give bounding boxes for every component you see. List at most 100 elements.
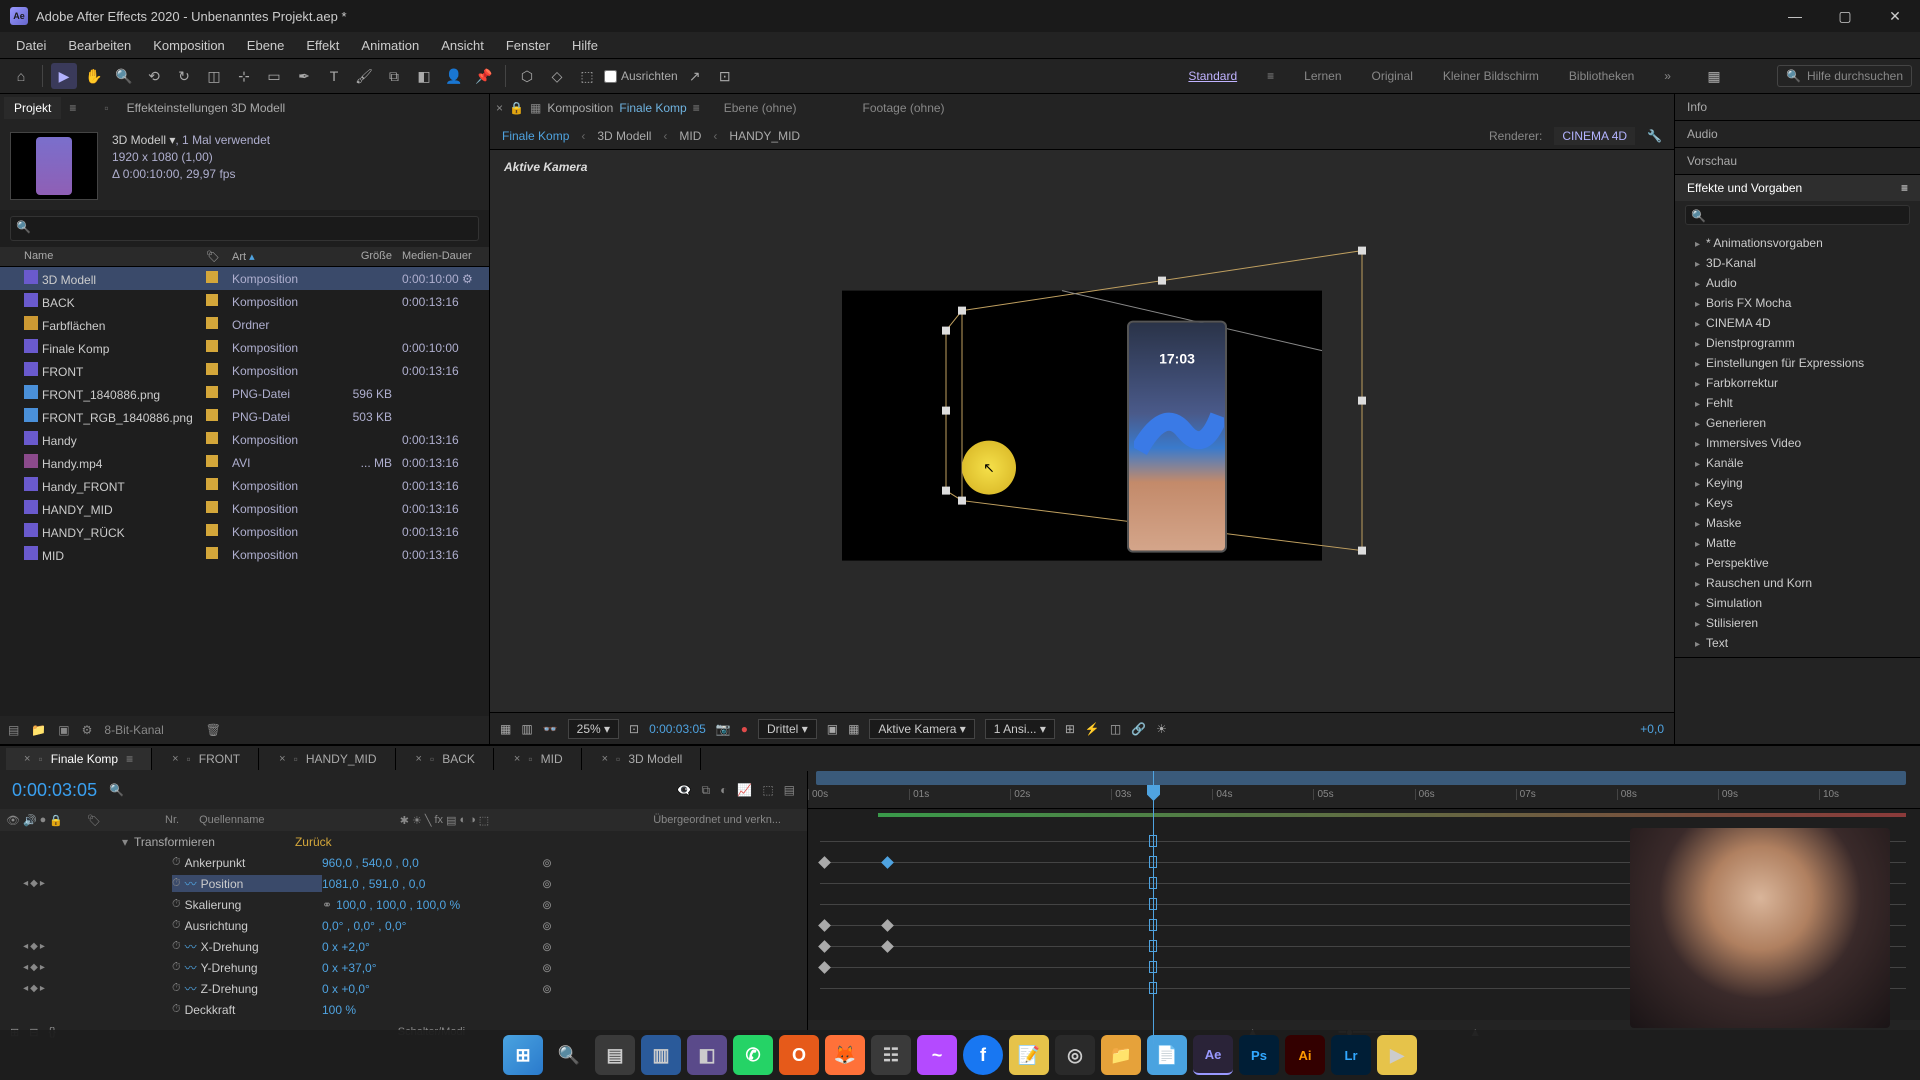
timeline-icon[interactable]: ◫ <box>1110 722 1121 736</box>
wrench-icon[interactable]: 🔧 <box>1647 129 1662 143</box>
menu-animation[interactable]: Animation <box>351 34 429 57</box>
alpha-icon[interactable]: ▦ <box>500 722 511 736</box>
hand-tool[interactable]: ✋ <box>81 63 107 89</box>
tag-column-icon[interactable]: 🏷 <box>206 250 232 263</box>
generic-app-icon[interactable]: ▶ <box>1377 1035 1417 1075</box>
switch-shy-icon[interactable]: ✱ <box>400 814 409 827</box>
align-checkbox[interactable]: Ausrichten <box>604 69 678 83</box>
transform-group[interactable]: Transformieren <box>134 835 215 849</box>
effect-category[interactable]: Rauschen und Korn <box>1675 573 1920 593</box>
menu-file[interactable]: Datei <box>6 34 56 57</box>
motion-blur-icon[interactable]: ◐ <box>720 783 727 798</box>
effect-category[interactable]: Dienstprogramm <box>1675 333 1920 353</box>
bpc-label[interactable]: 8-Bit-Kanal <box>104 723 163 737</box>
menu-composition[interactable]: Komposition <box>143 34 235 57</box>
property-row[interactable]: ⏱ Ankerpunkt960,0 , 540,0 , 0,0⊚ <box>0 852 807 873</box>
bpc-icon[interactable]: ⚙ <box>82 723 93 737</box>
timeline-tab[interactable]: ×▫3D Modell <box>584 748 702 770</box>
layer-bar[interactable] <box>878 813 1906 817</box>
toggle-mask-icon[interactable]: ▥ <box>521 722 532 736</box>
project-item[interactable]: FarbflächenOrdner <box>0 313 489 336</box>
menu-window[interactable]: Fenster <box>496 34 560 57</box>
selection-tool[interactable]: ▶ <box>51 63 77 89</box>
keyframe[interactable] <box>881 940 894 953</box>
property-row[interactable]: ◂◆▸⏱〰 Y-Drehung0 x +37,0°⊚ <box>0 957 807 978</box>
composition-canvas[interactable]: 17:03 ↖ <box>842 291 1322 561</box>
comp-tab-name[interactable]: Finale Komp <box>619 101 686 115</box>
project-item[interactable]: FRONT_1840886.pngPNG-Datei596 KB <box>0 382 489 405</box>
menu-edit[interactable]: Bearbeiten <box>58 34 141 57</box>
3d-glasses-icon[interactable]: 👓 <box>543 722 558 736</box>
draft-3d-icon[interactable]: ⬚ <box>762 783 773 798</box>
exposure-reset-icon[interactable]: ☀ <box>1156 722 1167 736</box>
footage-viewer-tab[interactable]: Footage (ohne) <box>862 101 944 115</box>
effect-category[interactable]: Text <box>1675 633 1920 653</box>
explorer-icon[interactable]: ▥ <box>641 1035 681 1075</box>
project-item[interactable]: HANDY_RÜCKKomposition0:00:13:16 <box>0 520 489 543</box>
timeline-search-icon[interactable]: 🔍 <box>109 783 124 797</box>
timeline-tab[interactable]: ×▫HANDY_MID <box>261 748 395 770</box>
panel-audio[interactable]: Audio <box>1675 121 1920 147</box>
audio-column-icon[interactable]: 🔊 <box>23 814 37 827</box>
frame-blend-icon[interactable]: ⧉ <box>702 783 711 798</box>
snap-icon[interactable]: ⬚ <box>574 63 600 89</box>
property-row[interactable]: ◂◆▸⏱〰 Position1081,0 , 591,0 , 0,0⊚ <box>0 873 807 894</box>
effect-category[interactable]: 3D-Kanal <box>1675 253 1920 273</box>
project-item[interactable]: 3D ModellKomposition0:00:10:00 ⚙ <box>0 267 489 290</box>
solo-column-icon[interactable]: ● <box>40 814 47 827</box>
generic-app-icon[interactable]: ◧ <box>687 1035 727 1075</box>
render-queue-icon[interactable]: ▤ <box>784 783 795 798</box>
views-layout-select[interactable]: 1 Ansi... ▾ <box>985 719 1055 739</box>
pan-behind-tool[interactable]: ⊹ <box>231 63 257 89</box>
effect-category[interactable]: Matte <box>1675 533 1920 553</box>
timeline-tab[interactable]: ×▫FRONT <box>154 748 259 770</box>
roi-icon[interactable]: ▣ <box>827 722 838 736</box>
menu-effect[interactable]: Effekt <box>296 34 349 57</box>
layer-viewer-tab[interactable]: Ebene (ohne) <box>724 101 797 115</box>
breadcrumb-item[interactable]: 3D Modell <box>597 129 651 143</box>
eraser-tool[interactable]: ◧ <box>411 63 437 89</box>
text-tool[interactable]: T <box>321 63 347 89</box>
project-item[interactable]: MIDKomposition0:00:13:16 <box>0 543 489 566</box>
timeline-timecode[interactable]: 0:00:03:05 <box>12 780 97 801</box>
switch-adjustment-icon[interactable]: ◑ <box>469 814 476 827</box>
lock-column-icon[interactable]: 🔒 <box>49 814 63 827</box>
snap-vertex-icon[interactable]: ⬡ <box>514 63 540 89</box>
renderer-select[interactable]: CINEMA 4D <box>1554 127 1635 145</box>
effect-category[interactable]: Keys <box>1675 493 1920 513</box>
current-time-indicator[interactable] <box>1153 771 1154 1044</box>
effect-category[interactable]: * Animationsvorgaben <box>1675 233 1920 253</box>
fast-preview-icon[interactable]: ⚡ <box>1085 722 1100 736</box>
workspace-standard[interactable]: Standard <box>1188 69 1237 83</box>
generic-app-icon[interactable]: ☷ <box>871 1035 911 1075</box>
zoom-tool[interactable]: 🔍 <box>111 63 137 89</box>
project-item[interactable]: FRONTKomposition0:00:13:16 <box>0 359 489 382</box>
project-item[interactable]: Handy_FRONTKomposition0:00:13:16 <box>0 474 489 497</box>
current-time[interactable]: 0:00:03:05 <box>649 722 706 736</box>
effect-category[interactable]: Maske <box>1675 513 1920 533</box>
help-search[interactable]: 🔍 Hilfe durchsuchen <box>1777 65 1912 87</box>
keyframe[interactable] <box>818 919 831 932</box>
effects-search-input[interactable] <box>1685 205 1910 225</box>
clone-tool[interactable]: ⧉ <box>381 63 407 89</box>
shape-tool[interactable]: ▭ <box>261 63 287 89</box>
switch-motionblur-icon[interactable]: ◐ <box>459 814 466 827</box>
switch-quality-icon[interactable]: ╲ <box>425 814 432 827</box>
menu-help[interactable]: Hilfe <box>562 34 608 57</box>
project-search-input[interactable] <box>10 216 479 241</box>
effect-category[interactable]: Keying <box>1675 473 1920 493</box>
eye-column-icon[interactable]: 👁 <box>6 814 20 827</box>
channel-icon[interactable]: ● <box>741 722 748 736</box>
search-tool-icon[interactable]: ⊡ <box>712 63 738 89</box>
keyframe[interactable] <box>818 940 831 953</box>
shy-icon[interactable]: 👁‍🗨 <box>677 783 692 798</box>
messenger-icon[interactable]: ~ <box>917 1035 957 1075</box>
project-item[interactable]: HANDY_MIDKomposition0:00:13:16 <box>0 497 489 520</box>
panel-info[interactable]: Info <box>1675 94 1920 120</box>
switch-collapse-icon[interactable]: ☀ <box>412 814 422 827</box>
effect-category[interactable]: Generieren <box>1675 413 1920 433</box>
graph-editor-icon[interactable]: 📈 <box>737 783 752 798</box>
panel-menu-icon[interactable]: ≡ <box>1901 181 1908 195</box>
photoshop-icon[interactable]: Ps <box>1239 1035 1279 1075</box>
illustrator-icon[interactable]: Ai <box>1285 1035 1325 1075</box>
